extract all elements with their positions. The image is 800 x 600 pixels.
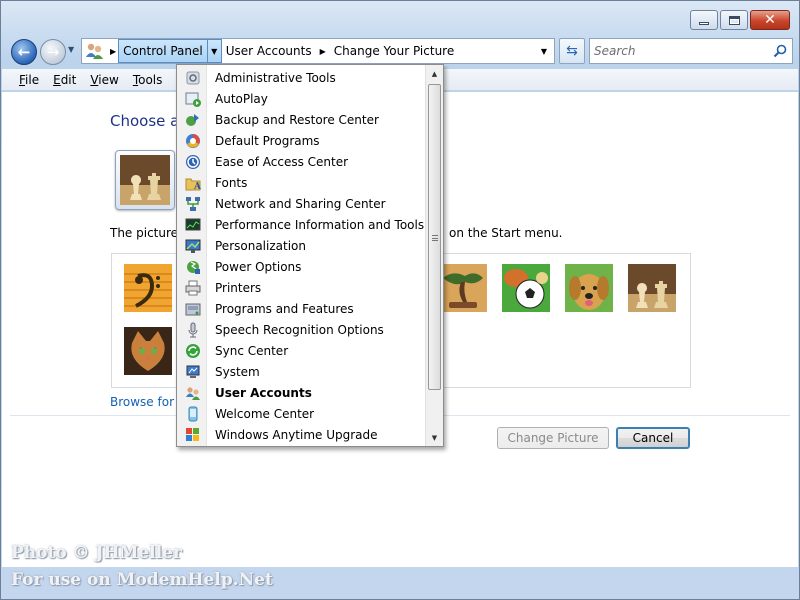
fonts-folder-icon: A: [185, 175, 201, 191]
picture-cat[interactable]: [124, 327, 172, 375]
recent-pages-button[interactable]: ▼: [68, 45, 74, 54]
autoplay-icon: [185, 91, 201, 107]
page-title: Choose a: [110, 112, 180, 130]
backup-restore-icon: [185, 112, 201, 128]
breadcrumb-user-accounts[interactable]: User Accounts: [222, 39, 316, 63]
forward-arrow-icon: →: [46, 43, 60, 61]
back-arrow-icon: ←: [17, 43, 31, 61]
close-button[interactable]: ✕: [750, 10, 790, 30]
dropdown-item-programs-features[interactable]: Programs and Features: [177, 298, 425, 319]
address-bar[interactable]: ▶ Control Panel ▼ User Accounts ▶ Change…: [81, 38, 555, 64]
scrollbar-thumb[interactable]: [428, 84, 441, 390]
breadcrumb-separator[interactable]: ▶: [316, 47, 330, 56]
chess-picture: [120, 155, 170, 205]
microphone-icon: [185, 322, 201, 338]
cancel-button[interactable]: Cancel: [616, 427, 690, 449]
menu-edit[interactable]: Edit: [46, 73, 83, 87]
dropdown-item-autoplay[interactable]: AutoPlay: [177, 88, 425, 109]
windows-upgrade-icon: [185, 427, 201, 443]
search-box[interactable]: Search: [589, 38, 793, 64]
welcome-center-icon: [185, 406, 201, 422]
dropdown-item-power-options[interactable]: Power Options: [177, 256, 425, 277]
watermark-line1: Photo © JHMeller: [11, 543, 182, 563]
breadcrumb-dropdown-button[interactable]: ▼: [207, 39, 222, 63]
user-accounts-location-icon: [82, 39, 108, 63]
close-icon: ✕: [764, 12, 776, 28]
picture-dog[interactable]: [565, 264, 613, 312]
picture-soccer-ball[interactable]: [502, 264, 550, 312]
address-history-dropdown[interactable]: ▼: [534, 39, 554, 63]
current-user-picture: [115, 150, 175, 210]
dropdown-list: Administrative Tools AutoPlay Backup and…: [177, 67, 425, 445]
user-accounts-icon: [185, 385, 201, 401]
picture-description-end: on the Start menu.: [449, 226, 563, 240]
minimize-button[interactable]: [690, 10, 718, 30]
dropdown-item-personalization[interactable]: Personalization: [177, 235, 425, 256]
dropdown-item-printers[interactable]: Printers: [177, 277, 425, 298]
personalization-icon: [185, 238, 201, 254]
scroll-down-arrow-icon[interactable]: ▼: [426, 429, 443, 446]
default-programs-icon: [185, 133, 201, 149]
breadcrumb-change-picture[interactable]: Change Your Picture: [330, 39, 458, 63]
maximize-icon: [728, 15, 740, 25]
search-icon[interactable]: [773, 44, 787, 58]
dropdown-item-network-sharing[interactable]: Network and Sharing Center: [177, 193, 425, 214]
performance-icon: [185, 217, 201, 233]
breadcrumb-control-panel[interactable]: Control Panel: [118, 39, 208, 63]
watermark-line2: For use on ModemHelp.Net: [11, 570, 273, 590]
administrative-tools-icon: [185, 70, 201, 86]
search-input[interactable]: Search: [594, 44, 636, 58]
change-picture-button[interactable]: Change Picture: [497, 427, 609, 449]
menu-view[interactable]: View: [83, 73, 125, 87]
dropdown-scrollbar[interactable]: ▲ ▼: [425, 65, 443, 446]
minimize-icon: [699, 21, 709, 25]
programs-features-icon: [185, 301, 201, 317]
menu-file[interactable]: File: [12, 73, 46, 87]
forward-button[interactable]: →: [40, 39, 66, 65]
power-options-icon: [185, 259, 201, 275]
dropdown-item-ease-of-access[interactable]: Ease of Access Center: [177, 151, 425, 172]
picture-bonsai[interactable]: [439, 264, 487, 312]
svg-text:A: A: [193, 182, 201, 191]
scrollbar-grip-icon: [432, 235, 438, 241]
chevron-down-icon: ▼: [68, 45, 75, 54]
picture-chess[interactable]: [628, 264, 676, 312]
dropdown-item-windows-anytime-upgrade[interactable]: Windows Anytime Upgrade: [177, 424, 425, 445]
printers-icon: [185, 280, 201, 296]
picture-music[interactable]: [124, 264, 172, 312]
maximize-button[interactable]: [720, 10, 748, 30]
dropdown-item-fonts[interactable]: A Fonts: [177, 172, 425, 193]
dropdown-item-administrative-tools[interactable]: Administrative Tools: [177, 67, 425, 88]
chevron-down-icon: ▼: [540, 46, 548, 56]
system-icon: [185, 364, 201, 380]
caption-buttons: ✕: [690, 10, 790, 30]
dropdown-item-default-programs[interactable]: Default Programs: [177, 130, 425, 151]
refresh-button[interactable]: ⇆: [559, 38, 585, 64]
menu-tools[interactable]: Tools: [126, 73, 170, 87]
dropdown-item-user-accounts[interactable]: User Accounts: [177, 382, 425, 403]
dropdown-item-speech-recognition[interactable]: Speech Recognition Options: [177, 319, 425, 340]
sync-center-icon: [185, 343, 201, 359]
navigation-bar: ← → ▼ ▶ Control Panel ▼ User Accounts ▶ …: [9, 37, 793, 65]
control-panel-dropdown: Administrative Tools AutoPlay Backup and…: [176, 64, 444, 447]
dropdown-item-performance[interactable]: Performance Information and Tools: [177, 214, 425, 235]
ease-of-access-icon: [185, 154, 201, 170]
scroll-up-arrow-icon[interactable]: ▲: [426, 65, 443, 82]
chevron-down-icon: ▼: [211, 46, 218, 56]
dropdown-item-backup-restore[interactable]: Backup and Restore Center: [177, 109, 425, 130]
dropdown-item-sync-center[interactable]: Sync Center: [177, 340, 425, 361]
refresh-icon: ⇆: [566, 43, 578, 59]
network-sharing-icon: [185, 196, 201, 212]
back-button[interactable]: ←: [11, 39, 37, 65]
dropdown-item-welcome-center[interactable]: Welcome Center: [177, 403, 425, 424]
dropdown-item-system[interactable]: System: [177, 361, 425, 382]
